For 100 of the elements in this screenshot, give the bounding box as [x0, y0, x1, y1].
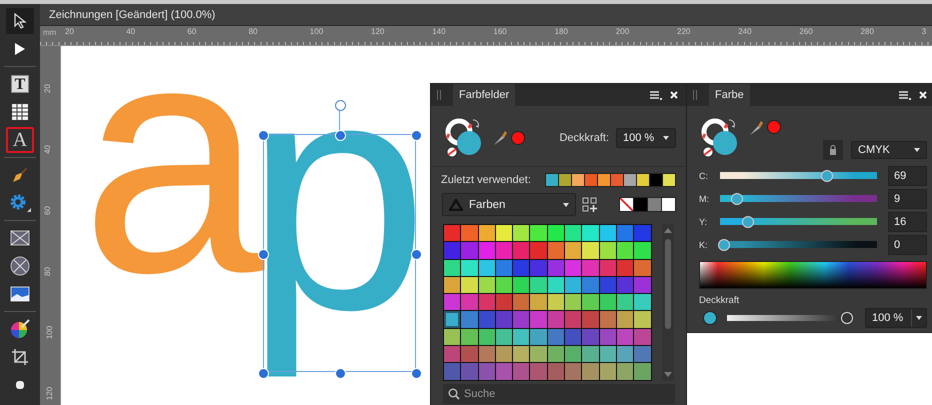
- color-swatch[interactable]: [513, 346, 530, 362]
- color-swatch[interactable]: [513, 311, 530, 328]
- color-swatch[interactable]: [600, 363, 616, 380]
- color-swatch[interactable]: [634, 260, 651, 276]
- color-swatch[interactable]: [600, 311, 616, 328]
- color-swatch[interactable]: [600, 346, 616, 362]
- color-swatch[interactable]: [616, 328, 634, 346]
- tool-button[interactable]: A: [6, 127, 34, 153]
- color-swatch[interactable]: [496, 242, 512, 259]
- color-swatch[interactable]: [565, 363, 582, 380]
- color-swatch[interactable]: [634, 328, 651, 346]
- color-swatch[interactable]: [513, 225, 530, 242]
- color-swatch[interactable]: [530, 363, 547, 380]
- color-swatch[interactable]: [565, 346, 582, 362]
- channel-value-field[interactable]: 16: [888, 212, 927, 232]
- color-swatch[interactable]: [513, 260, 530, 276]
- color-swatch[interactable]: [582, 363, 599, 380]
- color-swatch[interactable]: [600, 260, 616, 276]
- slider-thumb[interactable]: [742, 216, 754, 228]
- color-swatch[interactable]: [582, 260, 599, 276]
- color-swatch[interactable]: [634, 311, 651, 328]
- color-swatch[interactable]: [600, 294, 616, 310]
- color-swatch[interactable]: [616, 363, 634, 380]
- recent-color-swatch[interactable]: [637, 174, 649, 186]
- color-swatch[interactable]: [582, 242, 599, 259]
- color-swatch[interactable]: [478, 242, 495, 259]
- color-swatch[interactable]: [461, 260, 478, 276]
- color-swatch[interactable]: [444, 328, 460, 346]
- color-swatch[interactable]: [582, 328, 599, 346]
- color-swatch[interactable]: [616, 294, 634, 310]
- tool-button[interactable]: [6, 8, 34, 34]
- color-swatch[interactable]: [461, 294, 478, 310]
- channel-value-field[interactable]: 69: [888, 166, 927, 186]
- color-swatch[interactable]: [600, 328, 616, 346]
- color-swatch[interactable]: [496, 363, 512, 380]
- color-swatch[interactable]: [530, 225, 547, 242]
- color-swatch[interactable]: [634, 346, 651, 362]
- color-swatch[interactable]: [461, 328, 478, 346]
- color-swatch[interactable]: [513, 363, 530, 380]
- eyedropper-icon[interactable]: [749, 120, 763, 136]
- color-swatch[interactable]: [565, 294, 582, 310]
- slider-track[interactable]: [718, 170, 879, 182]
- lock-button[interactable]: [823, 140, 843, 160]
- color-swatch[interactable]: [634, 276, 651, 294]
- color-swatch[interactable]: [444, 260, 460, 276]
- color-swatch[interactable]: [478, 294, 495, 310]
- color-swatch[interactable]: [648, 198, 661, 211]
- picked-color-swatch[interactable]: [767, 120, 781, 134]
- color-swatch[interactable]: [513, 294, 530, 310]
- color-swatch[interactable]: [444, 276, 460, 294]
- slider-track[interactable]: [718, 192, 879, 204]
- slider-thumb[interactable]: [841, 312, 853, 324]
- color-swatch[interactable]: [444, 346, 460, 362]
- recent-color-swatch[interactable]: [650, 174, 662, 186]
- color-swatch[interactable]: [478, 346, 495, 362]
- color-swatch[interactable]: [582, 294, 599, 310]
- slider-track[interactable]: [718, 216, 879, 228]
- recent-color-swatch[interactable]: [624, 174, 636, 186]
- color-swatch[interactable]: [530, 260, 547, 276]
- color-swatch[interactable]: [461, 242, 478, 259]
- color-swatch[interactable]: [444, 311, 460, 328]
- color-swatch[interactable]: [530, 276, 547, 294]
- color-swatch[interactable]: [548, 328, 564, 346]
- color-swatch[interactable]: [548, 260, 564, 276]
- color-swatch[interactable]: [634, 242, 651, 259]
- color-swatch[interactable]: [616, 242, 634, 259]
- recent-color-swatch[interactable]: [572, 174, 584, 186]
- color-swatch[interactable]: [616, 260, 634, 276]
- color-swatch[interactable]: [496, 294, 512, 310]
- channel-value-field[interactable]: 9: [888, 188, 927, 208]
- color-swatch[interactable]: [634, 294, 651, 310]
- tool-button[interactable]: T: [6, 71, 34, 97]
- color-swatch[interactable]: [600, 225, 616, 242]
- slider-track[interactable]: [718, 238, 879, 250]
- color-swatch[interactable]: [582, 225, 599, 242]
- eyedropper-icon[interactable]: [493, 130, 507, 146]
- panel-tab[interactable]: Farbe: [709, 84, 750, 106]
- color-swatch[interactable]: [496, 260, 512, 276]
- color-swatch[interactable]: [616, 225, 634, 242]
- color-swatch[interactable]: [565, 311, 582, 328]
- color-swatch[interactable]: [444, 363, 460, 380]
- color-swatch[interactable]: [548, 276, 564, 294]
- color-swatch[interactable]: [530, 242, 547, 259]
- picked-color-swatch[interactable]: [511, 131, 525, 145]
- color-swatch[interactable]: [461, 311, 478, 328]
- recent-color-swatch[interactable]: [663, 174, 675, 186]
- color-swatch[interactable]: [565, 276, 582, 294]
- color-swatch[interactable]: [478, 225, 495, 242]
- color-swatch[interactable]: [565, 225, 582, 242]
- color-swatch[interactable]: [444, 294, 460, 310]
- color-swatch[interactable]: [513, 328, 530, 346]
- no-color-swatch[interactable]: [620, 198, 633, 211]
- recent-color-swatch[interactable]: [598, 174, 610, 186]
- color-swatch[interactable]: [530, 328, 547, 346]
- color-swatch[interactable]: [548, 225, 564, 242]
- color-swatch[interactable]: [513, 242, 530, 259]
- color-swatch[interactable]: [444, 242, 460, 259]
- slider-thumb[interactable]: [820, 170, 833, 182]
- channel-value-field[interactable]: 0: [888, 234, 927, 254]
- slider-thumb[interactable]: [718, 238, 730, 250]
